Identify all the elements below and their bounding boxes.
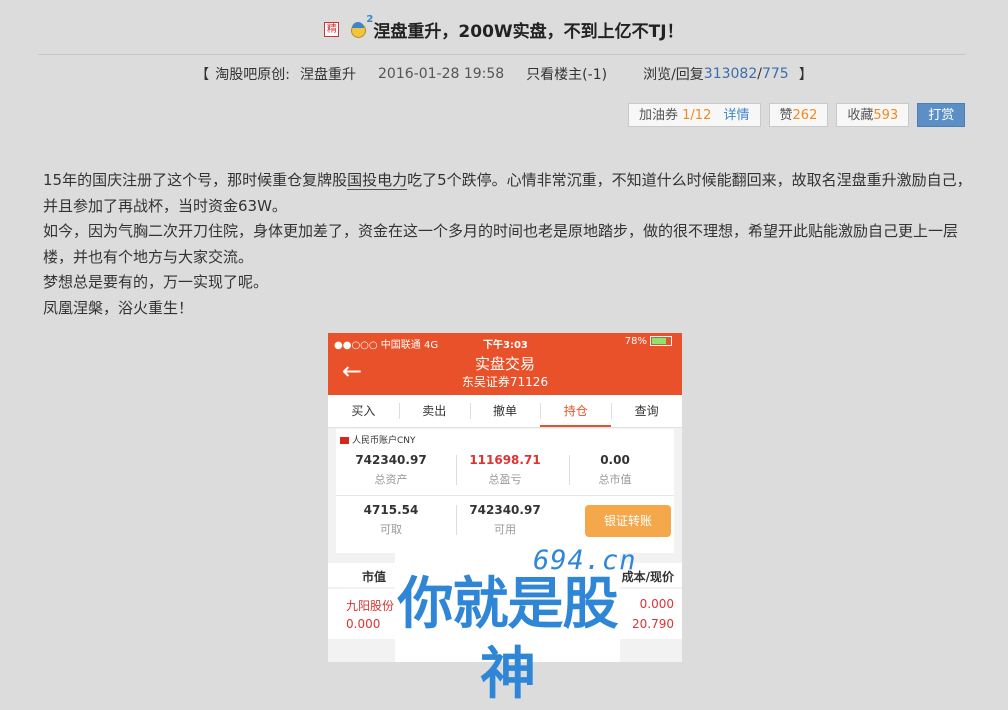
post-datetime: 2016-01-28 19:58 [378,66,505,82]
row-market-value: 0.000 [346,617,381,631]
app-subtitle: 东吴证券71126 [461,375,549,389]
meta-open-bracket: 【 [195,67,210,83]
tip-button[interactable]: 打赏 [917,103,966,127]
withdrawable-label: 可取 [380,523,402,536]
bank-transfer-button: 银证转账 [585,505,671,537]
post-body: 15年的国庆注册了这个号，那时候重仓复牌股国投电力吃了5个跌停。心情非常沉重，不… [43,168,978,321]
market-value: 0.00 [600,453,630,467]
favorite-count: 593 [873,108,899,123]
post-title-bar: 精 2 涅盘重升，200W实盘，不到上亿不TJ！ [0,14,1008,44]
carrier-text: ●●○○○ 中国联通 4G [334,340,439,351]
like-label: 赞 [779,108,793,123]
status-time: 下午3:03 [483,340,528,351]
pnl-label: 总盈亏 [488,473,522,486]
body-paragraph-3: 梦想总是要有的，万一实现了呢。 [43,273,269,291]
post-actions: 加油券 1/12 详情 赞262 收藏593 打赏 [628,103,966,127]
watermark-slogan: 你就是股神 [397,572,619,707]
body-text: 15年的国庆注册了这个号，那时候重仓复牌股 [43,171,348,189]
fuel-coupon-button[interactable]: 加油券 1/12 详情 [628,103,761,127]
only-op-link[interactable]: 只看楼主(-1) [526,64,607,84]
total-assets-label: 总资产 [374,473,408,486]
app-tabs: 买入 卖出 撤单 持仓 查询 [328,395,682,428]
tab-cancel: 撤单 [469,395,541,427]
app-header: ●●○○○ 中国联通 4G 下午3:03 78% ← 实盘交易 东吴证券7112… [328,333,682,395]
china-flag-icon [340,437,349,444]
user-level-number: 2 [366,14,374,25]
withdrawable-value: 4715.54 [363,503,419,517]
tab-query: 查询 [611,395,682,427]
meta-close-bracket: 】 [798,67,813,83]
tab-buy: 买入 [351,404,376,418]
favorite-button[interactable]: 收藏593 [836,103,910,127]
stat-withdrawable: 4715.54 可取 [336,503,446,537]
tab-sell: 卖出 [398,395,470,427]
body-paragraph-2: 如今，因为气胸二次开刀住院，身体更加差了，资金在这一个多月的时间也老是原地踏步，… [43,222,959,266]
stock-link[interactable]: 国投电力 [347,171,408,190]
body-paragraph-4: 凤凰涅槃，浴火重生！ [43,298,194,317]
market-value-label: 总市值 [598,473,632,486]
row-price: 20.790 [632,617,674,631]
post-meta: 【 淘股吧原创: 涅盘重升 2016-01-28 19:58 只看楼主(-1) … [0,63,1008,85]
battery-percent: 78% [624,336,647,347]
reply-count: 775 [761,66,789,82]
stat-market-value: 0.00 总市值 [560,453,670,487]
battery-icon [650,336,672,346]
fuel-detail-link[interactable]: 详情 [724,108,750,123]
stock-name: 九阳股份 [346,599,395,613]
column-market-value: 市值 [362,570,387,584]
total-assets-value: 742340.97 [355,453,427,467]
fuel-label: 加油券 [639,108,679,123]
fuel-value: 1/12 [682,108,712,123]
account-summary: 人民币账户CNY 742340.97 总资产 111698.71 总盈亏 0.0… [336,429,674,553]
views-label: 浏览/回复 [643,67,704,83]
stat-total-assets: 742340.97 总资产 [336,453,446,487]
like-button[interactable]: 赞262 [768,103,829,127]
post-title: 涅盘重升，200W实盘，不到上亿不TJ！ [373,21,684,42]
featured-badge: 精 [324,21,340,37]
favorite-label: 收藏 [847,108,874,123]
status-bar: ●●○○○ 中国联通 4G 下午3:03 78% [328,336,682,351]
like-count: 262 [792,108,818,123]
card-divider [336,495,674,496]
pnl-value: 111698.71 [469,453,541,467]
stat-pnl: 111698.71 总盈亏 [450,453,560,487]
account-label: 人民币账户CNY [340,433,416,446]
tab-holdings: 持仓 [540,395,612,427]
row-cost: 0.000 [639,597,674,611]
body-paragraph-1: 15年的国庆注册了这个号，那时候重仓复牌股国投电力吃了5个跌停。心情非常沉重，不… [43,168,978,219]
forum-label: 淘股吧原创: [215,67,291,83]
available-value: 742340.97 [469,503,541,517]
author-link[interactable]: 涅盘重升 [300,64,356,84]
user-level-icon: 2 [349,14,373,38]
app-title: 实盘交易 [474,355,535,373]
available-label: 可用 [494,523,516,536]
battery-status: 78% [625,336,672,347]
stat-available: 742340.97 可用 [450,503,560,537]
views-count: 313082 [703,66,758,82]
account-currency: 人民币账户CNY [352,436,416,446]
title-divider [38,54,966,55]
